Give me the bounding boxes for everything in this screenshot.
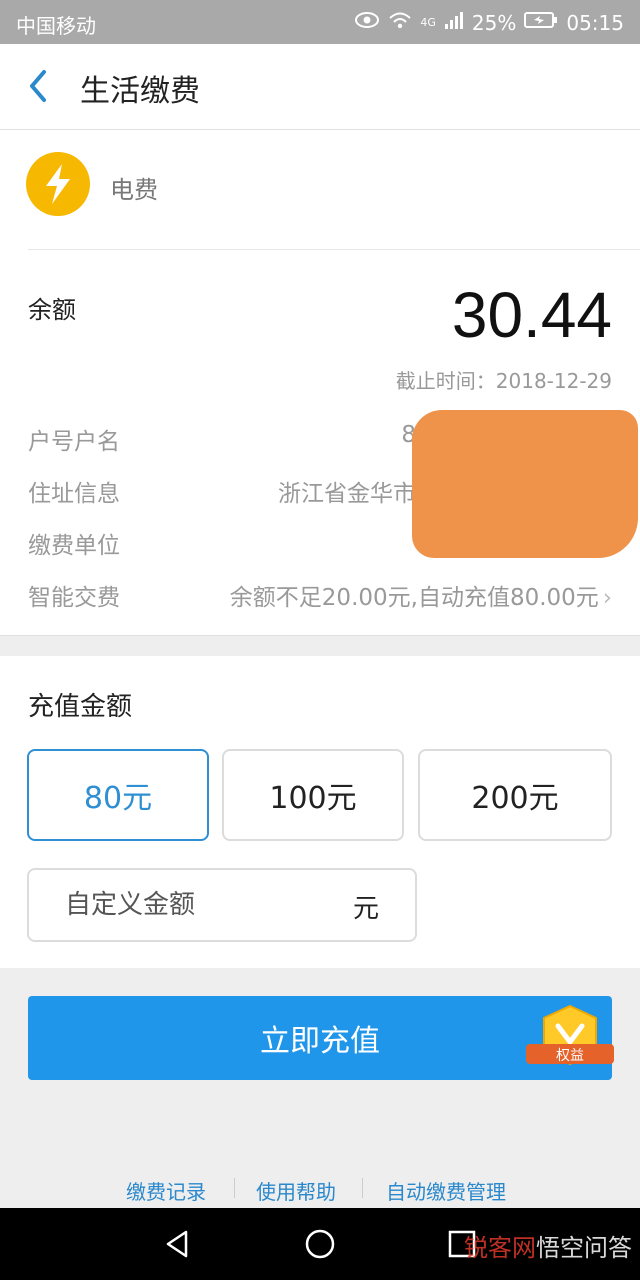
balance-label: 余额	[28, 296, 76, 324]
auto-pay-management-link[interactable]: 自动缴费管理	[386, 1176, 506, 1205]
recharge-amount-card: 充值金额 80元 100元 200元 元	[0, 656, 640, 968]
detail-label: 缴费单位	[28, 533, 120, 559]
footer-links: 缴费记录 使用帮助 自动缴费管理	[0, 1172, 640, 1204]
bill-type-label: 电费	[110, 176, 158, 204]
balance-value: 30.44	[451, 279, 612, 351]
battery-icon	[524, 10, 558, 35]
carrier-name: 中国移动	[16, 14, 96, 38]
watermark: 锐客网悟空问答	[464, 1234, 632, 1262]
link-separator	[362, 1178, 363, 1198]
nav-home-icon[interactable]	[302, 1226, 338, 1262]
benefit-badge-label: 权益	[556, 1048, 584, 1064]
help-link[interactable]: 使用帮助	[256, 1176, 336, 1205]
system-nav-bar: 锐客网悟空问答	[0, 1208, 640, 1280]
detail-value: 浙江省金华市	[278, 481, 416, 507]
detail-label: 住址信息	[28, 481, 120, 507]
back-arrow-icon[interactable]	[24, 66, 54, 106]
divider	[28, 249, 640, 250]
clock: 05:15	[566, 10, 624, 35]
custom-amount-input[interactable]	[65, 886, 325, 924]
app-header: 生活缴费	[0, 44, 640, 130]
currency-unit: 元	[352, 894, 379, 924]
detail-row-smart-pay[interactable]: 智能交费 余额不足20.00元,自动充值80.00元 ›	[28, 578, 612, 618]
custom-amount-field: 元	[27, 868, 417, 942]
network-type-icon: 4G	[420, 16, 436, 29]
amount-option-80[interactable]: 80元	[27, 749, 209, 841]
amount-option-200[interactable]: 200元	[418, 749, 612, 841]
eye-icon	[354, 10, 380, 35]
nav-back-icon[interactable]	[160, 1226, 196, 1262]
lightning-icon	[26, 152, 90, 216]
signal-icon	[444, 10, 464, 35]
detail-label: 户号户名	[28, 429, 120, 455]
battery-percent: 25%	[471, 10, 517, 35]
amount-option-100[interactable]: 100元	[222, 749, 404, 841]
chevron-right-icon: ›	[602, 585, 612, 611]
payment-history-link[interactable]: 缴费记录	[126, 1176, 206, 1205]
redaction-overlay	[412, 410, 638, 558]
status-icons: 4G 25% 05:15	[354, 10, 624, 35]
detail-label: 智能交费	[28, 585, 120, 611]
bill-info-card: 电费 余额 30.44 截止时间：2018-12-29 户号户名 8 住址信息 …	[0, 130, 640, 636]
smart-pay-value[interactable]: 余额不足20.00元,自动充值80.00元 ›	[230, 578, 612, 612]
recharge-title: 充值金额	[28, 692, 133, 722]
status-bar: 中国移动 4G 25% 05:15	[0, 0, 640, 44]
link-separator	[234, 1178, 235, 1198]
page-title: 生活缴费	[80, 74, 200, 109]
deadline-text: 截止时间：2018-12-29	[395, 369, 612, 393]
benefit-badge-icon[interactable]: 权益	[518, 1004, 622, 1076]
wifi-icon	[388, 10, 412, 35]
